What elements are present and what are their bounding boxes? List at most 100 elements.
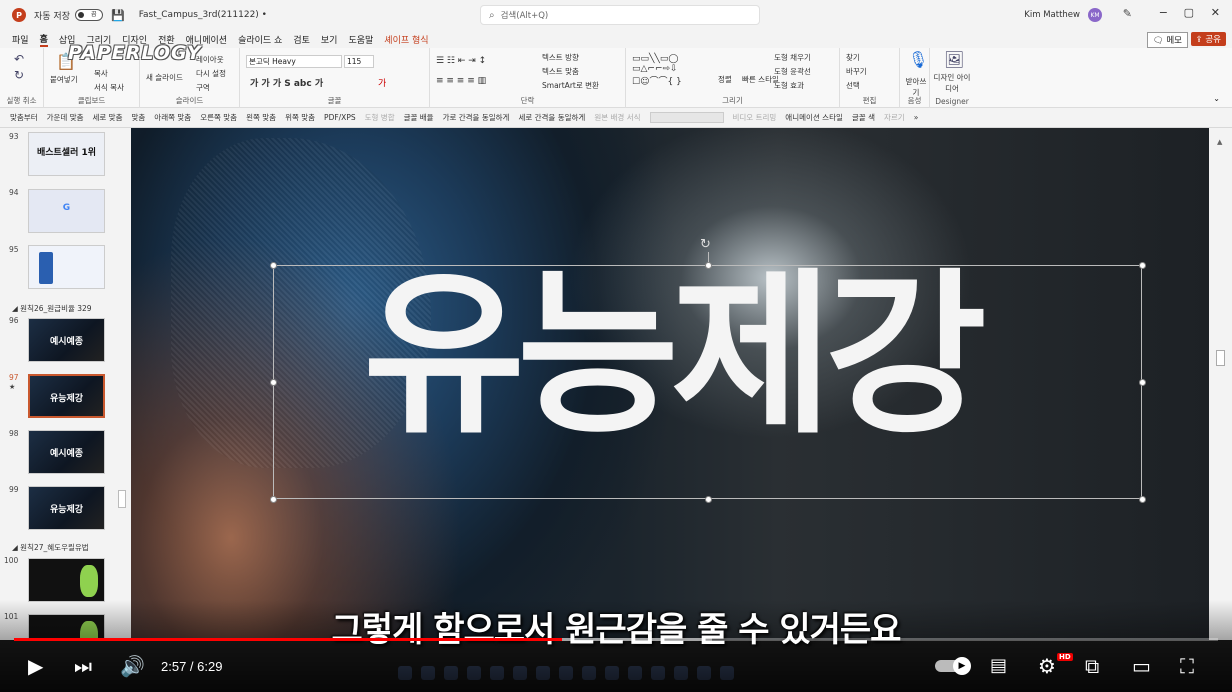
volume-icon[interactable]: 🔊 [120, 654, 145, 678]
slide-vertical-scrollbar[interactable]: ▲ [1209, 128, 1232, 640]
tab-help[interactable]: 도움말 [348, 33, 373, 46]
format-painter-button[interactable]: 서식 복사 [94, 82, 124, 93]
tab-shape-format[interactable]: 셰이프 형식 [384, 33, 428, 46]
select-button[interactable]: 선택 [846, 80, 860, 91]
copy-button[interactable]: 복사 [94, 68, 108, 79]
tab-slideshow[interactable]: 슬라이드 쇼 [238, 33, 282, 46]
slide-thumbnail-99[interactable]: 유능제강 [28, 486, 105, 530]
scroll-up-icon[interactable]: ▲ [1217, 138, 1222, 146]
qat-item[interactable]: 원본 배경 서식 [594, 112, 640, 123]
share-button[interactable]: ⇪ 공유 [1190, 32, 1226, 46]
text-direction-button[interactable]: 텍스트 방향 [542, 52, 579, 63]
fullscreen-icon[interactable]: ⛶ [1180, 654, 1194, 678]
paste-button[interactable]: 붙여넣기 [50, 74, 78, 85]
reset-button[interactable]: 다시 설정 [196, 68, 226, 79]
align-icons[interactable]: ≡ ≡ ≡ ≡ ▥ [436, 76, 486, 86]
pen-icon[interactable]: ✎ [1123, 7, 1132, 20]
slide-thumbnail-93[interactable]: 배스트셀러 1위 [28, 132, 105, 176]
design-ideas-button[interactable]: 디자인 아이디어 [932, 72, 972, 94]
qat-item[interactable]: 가로 간격을 동일하게 [443, 112, 510, 123]
qat-item[interactable]: 글꼴 배율 [404, 112, 434, 123]
tab-view[interactable]: 보기 [321, 33, 338, 46]
qat-item[interactable]: 위쪽 맞춤 [285, 112, 315, 123]
tab-file[interactable]: 파일 [12, 33, 29, 46]
qat-item[interactable]: 세로 간격을 동일하게 [518, 112, 585, 123]
shape-effects-button[interactable]: 도형 효과 [774, 80, 804, 91]
qat-item[interactable]: 왼쪽 맞춤 [246, 112, 276, 123]
tab-review[interactable]: 검토 [293, 33, 310, 46]
qat-item[interactable]: 비디오 트리밍 [733, 112, 777, 123]
shapes-gallery-icon[interactable]: ▭▭╲╲▭◯ ▭△⌐⌐⇨⇩ ☐☺⌒⌒{ } [632, 54, 682, 87]
bold-icon[interactable]: 가 가 가 S abc 가 [250, 76, 323, 89]
shape-fill-button[interactable]: 도형 채우기 [774, 52, 811, 63]
maximize-button[interactable]: ▢ [1184, 6, 1194, 19]
qat-item[interactable]: 도형 병합 [365, 112, 395, 123]
slide-thumbnail-95[interactable] [28, 245, 105, 289]
resize-handle-bottom-left[interactable] [270, 496, 277, 503]
video-progress-bar[interactable] [14, 638, 1218, 641]
qat-item[interactable]: 자르기 [884, 112, 905, 123]
qat-item[interactable]: 세로 맞춤 [93, 112, 123, 123]
resize-handle-top[interactable] [705, 262, 712, 269]
find-button[interactable]: 찾기 [846, 52, 860, 63]
section-header[interactable]: ◢ 원칙26_원급비율 329 [12, 303, 92, 314]
text-box-selection[interactable] [273, 265, 1142, 499]
close-button[interactable]: ✕ [1211, 6, 1220, 19]
file-name[interactable]: Fast_Campus_3rd(211122) • [139, 10, 267, 20]
autosave-toggle[interactable]: 끔 [74, 9, 103, 21]
undo-icon[interactable]: ↶ [14, 52, 24, 66]
redo-icon[interactable]: ↻ [14, 68, 24, 82]
qat-item[interactable]: 글꼴 색 [852, 112, 875, 123]
ribbon-collapse-icon[interactable]: ⌄ [1213, 94, 1220, 103]
shape-outline-button[interactable]: 도형 윤곽선 [774, 66, 811, 77]
section-header[interactable]: ◢ 원칙27_혜도우릴유법 [12, 542, 89, 553]
tab-home[interactable]: 홈 [39, 32, 48, 47]
resize-handle-right[interactable] [1139, 379, 1146, 386]
slide-thumbnail-96[interactable]: 예시예종 [28, 318, 105, 362]
minimize-button[interactable]: − [1159, 6, 1168, 19]
qat-item[interactable]: 애니메이션 스타일 [785, 112, 843, 123]
save-icon[interactable]: 💾 [111, 9, 125, 22]
qat-more-icon[interactable]: » [914, 113, 919, 122]
slide-thumbnail-94[interactable]: G [28, 189, 105, 233]
font-color-icon[interactable]: 가 [378, 76, 386, 89]
section-button[interactable]: 구역 [196, 82, 210, 93]
list-icons[interactable]: ☰ ☷ ⇤ ⇥ ↕ [436, 56, 486, 66]
user-account[interactable]: Kim Matthew KM [1024, 8, 1102, 22]
qat-item[interactable]: 오른쪽 맞춤 [200, 112, 237, 123]
slide-thumbnail-100[interactable] [28, 558, 105, 602]
align-text-button[interactable]: 텍스트 맞춤 [542, 66, 579, 77]
resize-handle-bottom-right[interactable] [1139, 496, 1146, 503]
replace-button[interactable]: 바꾸기 [846, 66, 867, 77]
qat-item[interactable]: PDF/XPS [324, 113, 356, 122]
rotate-handle-icon[interactable]: ↻ [700, 237, 711, 252]
settings-gear-icon[interactable]: ⚙ [1038, 654, 1056, 678]
slide-thumbnail-97[interactable]: 유능제강 [28, 374, 105, 418]
search-box[interactable]: ⌕ 검색(Alt+Q) [480, 5, 760, 25]
next-icon[interactable]: ⏭ [74, 654, 92, 678]
scrollbar-thumb[interactable] [1216, 350, 1225, 366]
designer-icon[interactable]: 🖼 [944, 50, 964, 69]
autoplay-toggle[interactable]: ▶ [935, 657, 971, 675]
qat-item[interactable]: 가운데 맞춤 [47, 112, 84, 123]
new-slide-button[interactable]: 새 슬라이드 [146, 72, 183, 83]
subtitles-icon[interactable]: ▤ [990, 654, 1007, 678]
thumbnail-scrollbar-thumb[interactable] [118, 490, 126, 508]
resize-handle-top-left[interactable] [270, 262, 277, 269]
qat-dropdown[interactable] [649, 112, 724, 123]
microphone-icon[interactable]: 🎙 [908, 50, 928, 69]
font-size-field[interactable]: 115 [344, 55, 374, 68]
resize-handle-top-right[interactable] [1139, 262, 1146, 269]
font-name-field[interactable]: 본고딕 Heavy [246, 55, 342, 68]
play-icon[interactable]: ▶ [28, 654, 43, 678]
qat-item[interactable]: 맞춤 [131, 112, 145, 123]
theater-mode-icon[interactable]: ▭ [1132, 654, 1151, 678]
qat-item[interactable]: 아래쪽 맞춤 [154, 112, 191, 123]
resize-handle-bottom[interactable] [705, 496, 712, 503]
qat-item[interactable]: 맞춤부터 [10, 112, 38, 123]
slide-thumbnail-98[interactable]: 예시예종 [28, 430, 105, 474]
resize-handle-left[interactable] [270, 379, 277, 386]
memo-button[interactable]: 🗨 메모 [1146, 32, 1188, 48]
smartart-button[interactable]: SmartArt로 변환 [542, 80, 599, 91]
arrange-button[interactable]: 정렬 [718, 74, 732, 85]
